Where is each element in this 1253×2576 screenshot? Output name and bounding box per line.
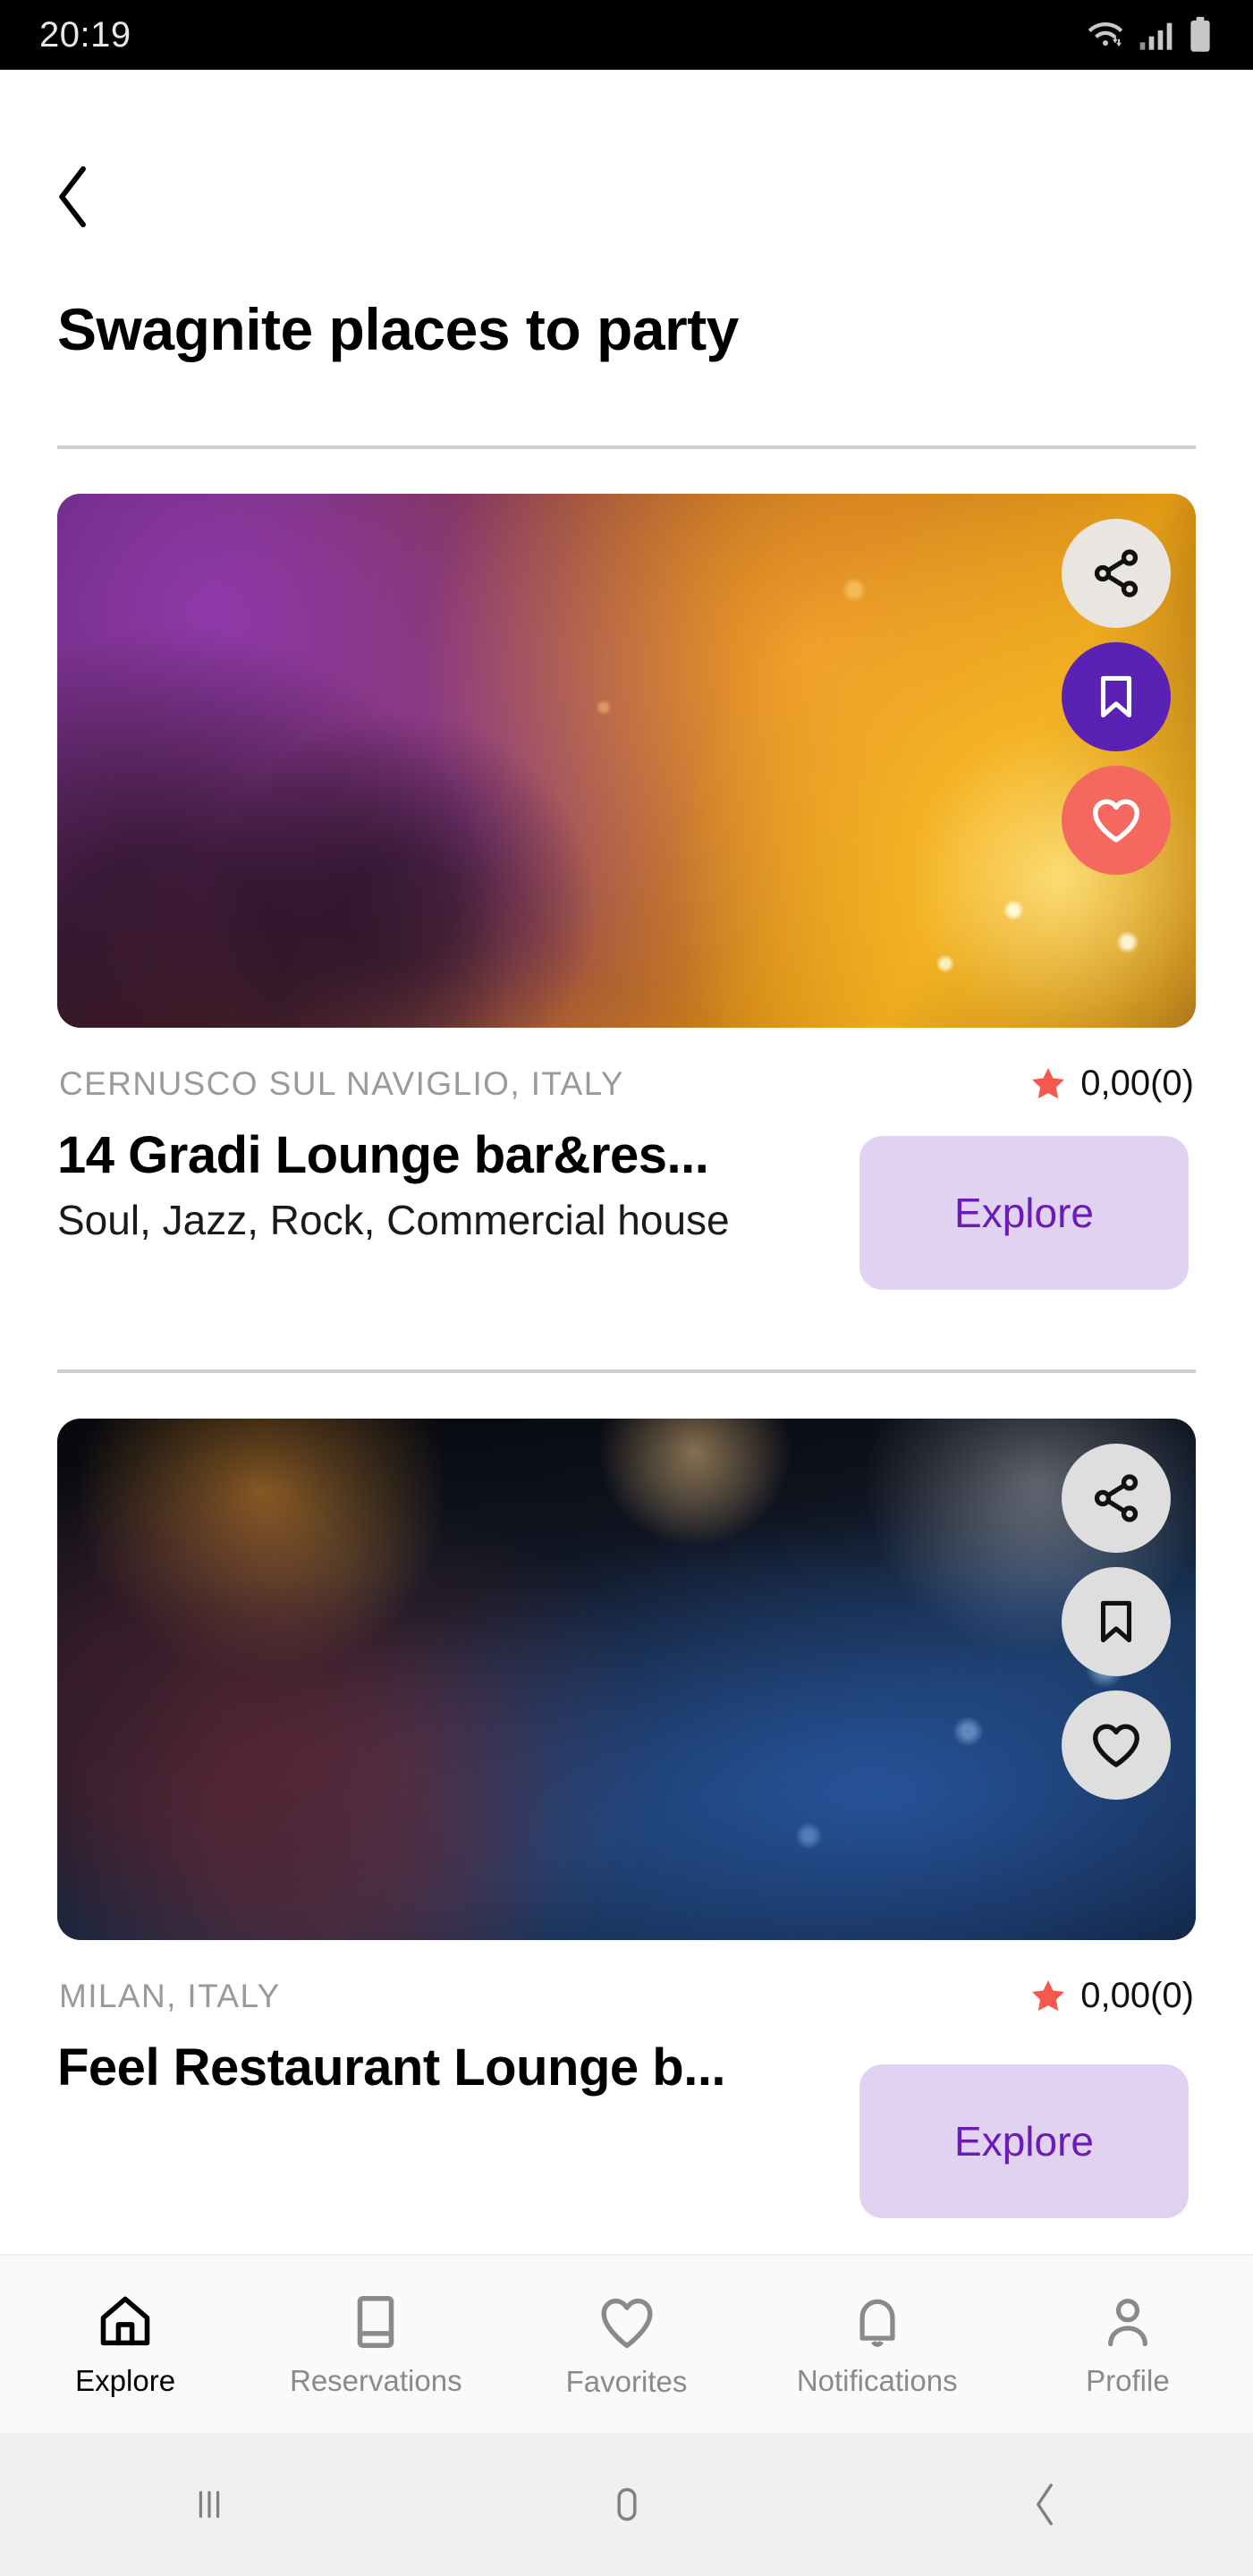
tab-favorites[interactable]: Favorites bbox=[501, 2290, 751, 2399]
place-location: CERNUSCO SUL NAVIGLIO, ITALY bbox=[59, 1064, 625, 1102]
place-rating: 0,00(0) bbox=[1029, 1063, 1194, 1104]
tab-reservations[interactable]: Reservations bbox=[250, 2291, 501, 2398]
card-actions bbox=[1062, 1444, 1171, 1800]
explore-button[interactable]: Explore bbox=[859, 1136, 1189, 1290]
back-button[interactable] bbox=[835, 2479, 1253, 2529]
tab-explore[interactable]: Explore bbox=[0, 2291, 250, 2398]
card-title-row: 14 Gradi Lounge bar&res... Soul, Jazz, R… bbox=[57, 1126, 1196, 1290]
card-meta-row: CERNUSCO SUL NAVIGLIO, ITALY 0,00(0) bbox=[57, 1063, 1196, 1104]
phone-screen: 20:19 Swagnite places to party CERNUSCO … bbox=[0, 0, 1253, 2576]
favorite-button[interactable] bbox=[1062, 1690, 1171, 1800]
place-rating: 0,00(0) bbox=[1029, 1976, 1194, 2016]
star-icon bbox=[1032, 1979, 1065, 2011]
wifi-icon bbox=[1088, 22, 1123, 47]
party-photo bbox=[57, 494, 1196, 1028]
heart-icon bbox=[1093, 799, 1139, 843]
heart-icon bbox=[1093, 1724, 1139, 1767]
back-button[interactable] bbox=[34, 157, 113, 236]
card-meta-row: MILAN, ITALY 0,00(0) bbox=[57, 1976, 1196, 2016]
card-actions bbox=[1062, 519, 1171, 875]
restaurant-photo bbox=[57, 1419, 1196, 1940]
person-icon bbox=[1108, 2299, 1147, 2347]
home-button[interactable] bbox=[418, 2479, 835, 2529]
share-button[interactable] bbox=[1062, 1444, 1171, 1553]
heart-icon bbox=[601, 2298, 652, 2349]
rating-value: 0,00(0) bbox=[1080, 1976, 1194, 2015]
share-icon bbox=[1094, 1474, 1139, 1522]
bookmark-button[interactable] bbox=[1062, 642, 1171, 751]
recents-button[interactable] bbox=[0, 2481, 418, 2528]
divider-between-cards bbox=[57, 1369, 1196, 1373]
tab-label: Profile bbox=[1086, 2364, 1170, 2397]
place-image[interactable] bbox=[57, 1419, 1196, 1940]
card-title-row: Feel Restaurant Lounge b... Explore bbox=[57, 2038, 1196, 2218]
favorite-button[interactable] bbox=[1062, 766, 1171, 875]
home-square-icon bbox=[616, 2487, 637, 2521]
bottom-tab-bar: Explore Reservations Favorites Notificat… bbox=[0, 2254, 1253, 2433]
tab-label: Reservations bbox=[290, 2364, 462, 2397]
rating-value: 0,00(0) bbox=[1080, 1063, 1194, 1103]
place-card[interactable]: CERNUSCO SUL NAVIGLIO, ITALY 0,00(0) 14 … bbox=[57, 494, 1196, 1290]
status-bar: 20:19 bbox=[0, 0, 1253, 70]
status-time: 20:19 bbox=[39, 14, 131, 55]
tab-label: Explore bbox=[75, 2364, 176, 2397]
divider-top bbox=[57, 445, 1196, 449]
android-navigation-bar bbox=[0, 2433, 1253, 2576]
share-button[interactable] bbox=[1062, 519, 1171, 628]
recents-icon bbox=[199, 2490, 219, 2519]
star-icon bbox=[1032, 1067, 1065, 1098]
page-title: Swagnite places to party bbox=[57, 296, 739, 362]
status-icons bbox=[1085, 15, 1214, 55]
chevron-left-icon bbox=[1036, 2483, 1053, 2526]
battery-icon bbox=[1190, 16, 1210, 52]
cellular-signal-icon bbox=[1139, 22, 1173, 50]
share-icon bbox=[1094, 549, 1139, 597]
chevron-left-icon bbox=[59, 165, 86, 228]
tab-profile[interactable]: Profile bbox=[1003, 2291, 1253, 2398]
tab-label: Favorites bbox=[565, 2365, 688, 2398]
bookmark-button[interactable] bbox=[1062, 1567, 1171, 1676]
bell-icon bbox=[859, 2299, 895, 2347]
explore-button[interactable]: Explore bbox=[859, 2064, 1189, 2218]
place-location: MILAN, ITALY bbox=[59, 1977, 281, 2014]
place-card[interactable]: MILAN, ITALY 0,00(0) Feel Restaurant Lou… bbox=[57, 1419, 1196, 2218]
home-icon bbox=[100, 2296, 150, 2346]
book-icon bbox=[358, 2295, 394, 2349]
tab-label: Notifications bbox=[796, 2364, 958, 2397]
bookmark-icon bbox=[1100, 1600, 1132, 1643]
bookmark-icon bbox=[1100, 675, 1132, 718]
place-image[interactable] bbox=[57, 494, 1196, 1028]
tab-notifications[interactable]: Notifications bbox=[752, 2291, 1003, 2398]
